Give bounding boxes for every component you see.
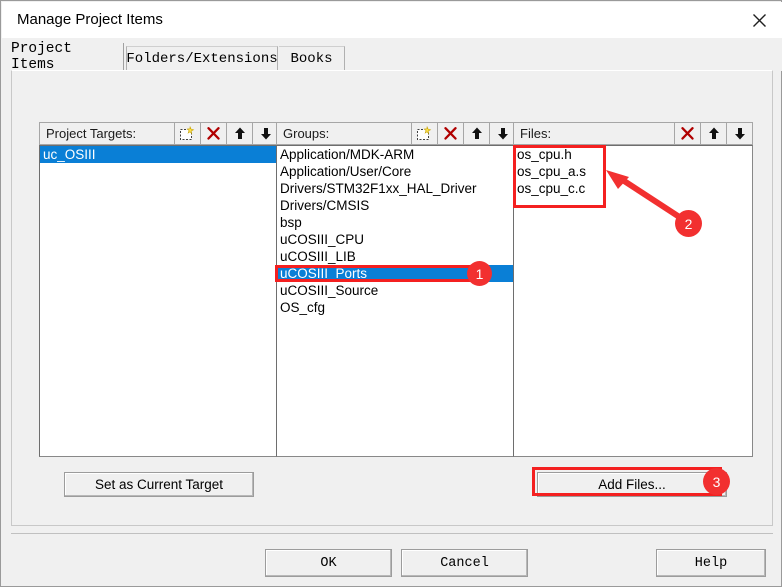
button-label: Set as Current Target xyxy=(94,477,224,492)
list-item[interactable]: uc_OSIII xyxy=(40,146,278,163)
title-bar: Manage Project Items xyxy=(2,2,782,38)
tab-books[interactable]: Books xyxy=(279,46,345,71)
list-item[interactable]: uCOSIII_LIB xyxy=(277,248,515,265)
groups-list[interactable]: Application/MDK-ARM Application/User/Cor… xyxy=(276,145,516,457)
cancel-button[interactable]: Cancel xyxy=(401,549,528,577)
footer-divider xyxy=(11,533,773,534)
project-targets-header: Project Targets: xyxy=(39,122,279,145)
list-item[interactable]: OS_cfg xyxy=(277,299,515,316)
files-list[interactable]: os_cpu.h os_cpu_a.s os_cpu_c.c xyxy=(513,145,753,457)
project-targets-list[interactable]: uc_OSIII xyxy=(39,145,279,457)
groups-selected-item[interactable]: uCOSIII_Ports xyxy=(277,265,515,282)
button-label: OK xyxy=(320,555,337,571)
list-item[interactable]: uCOSIII_Source xyxy=(277,282,515,299)
tab-label: Books xyxy=(290,51,333,67)
move-down-icon[interactable] xyxy=(252,123,278,144)
list-item[interactable]: Application/User/Core xyxy=(277,163,515,180)
add-files-button[interactable]: Add Files... xyxy=(537,472,727,497)
help-button[interactable]: Help xyxy=(656,549,766,577)
groups-label: Groups: xyxy=(283,126,330,141)
tab-label: Project Items xyxy=(11,41,72,73)
manage-project-items-dialog: Manage Project Items Project Items Folde… xyxy=(0,0,782,587)
list-item[interactable]: Application/MDK-ARM xyxy=(277,146,515,163)
groups-toolbar xyxy=(411,123,515,144)
tab-project-items[interactable]: Project Items xyxy=(11,41,124,73)
project-targets-label: Project Targets: xyxy=(46,126,137,141)
move-up-icon[interactable] xyxy=(226,123,252,144)
project-targets-toolbar xyxy=(174,123,278,144)
list-item[interactable]: Drivers/CMSIS xyxy=(277,197,515,214)
list-item[interactable]: os_cpu_a.s xyxy=(514,163,752,180)
tab-strip: Project Items Folders/Extensions Books xyxy=(2,38,782,73)
list-item[interactable]: os_cpu.h xyxy=(514,146,752,163)
new-item-icon[interactable] xyxy=(174,123,200,144)
tab-folders-extensions[interactable]: Folders/Extensions xyxy=(126,46,278,71)
move-up-icon[interactable] xyxy=(700,123,726,144)
list-item[interactable]: uCOSIII_CPU xyxy=(277,231,515,248)
button-label: Add Files... xyxy=(598,477,666,492)
groups-header: Groups: xyxy=(276,122,516,145)
window-title: Manage Project Items xyxy=(17,11,163,28)
move-down-icon[interactable] xyxy=(489,123,515,144)
list-item[interactable]: os_cpu_c.c xyxy=(514,180,752,197)
tab-label: Folders/Extensions xyxy=(126,51,278,67)
ok-button[interactable]: OK xyxy=(265,549,392,577)
close-icon[interactable] xyxy=(736,2,782,38)
set-as-current-target-button[interactable]: Set as Current Target xyxy=(64,472,254,497)
delete-icon[interactable] xyxy=(674,123,700,144)
move-up-icon[interactable] xyxy=(463,123,489,144)
move-down-icon[interactable] xyxy=(726,123,752,144)
new-item-icon[interactable] xyxy=(411,123,437,144)
project-items-panel: Project Targets: uc_OSIII Set as Current… xyxy=(11,70,773,526)
button-label: Help xyxy=(694,555,728,571)
list-item[interactable]: Drivers/STM32F1xx_HAL_Driver xyxy=(277,180,515,197)
delete-icon[interactable] xyxy=(200,123,226,144)
delete-icon[interactable] xyxy=(437,123,463,144)
list-item[interactable]: bsp xyxy=(277,214,515,231)
button-label: Cancel xyxy=(440,555,489,571)
files-header: Files: xyxy=(513,122,753,145)
files-label: Files: xyxy=(520,126,552,141)
files-toolbar xyxy=(674,123,752,144)
